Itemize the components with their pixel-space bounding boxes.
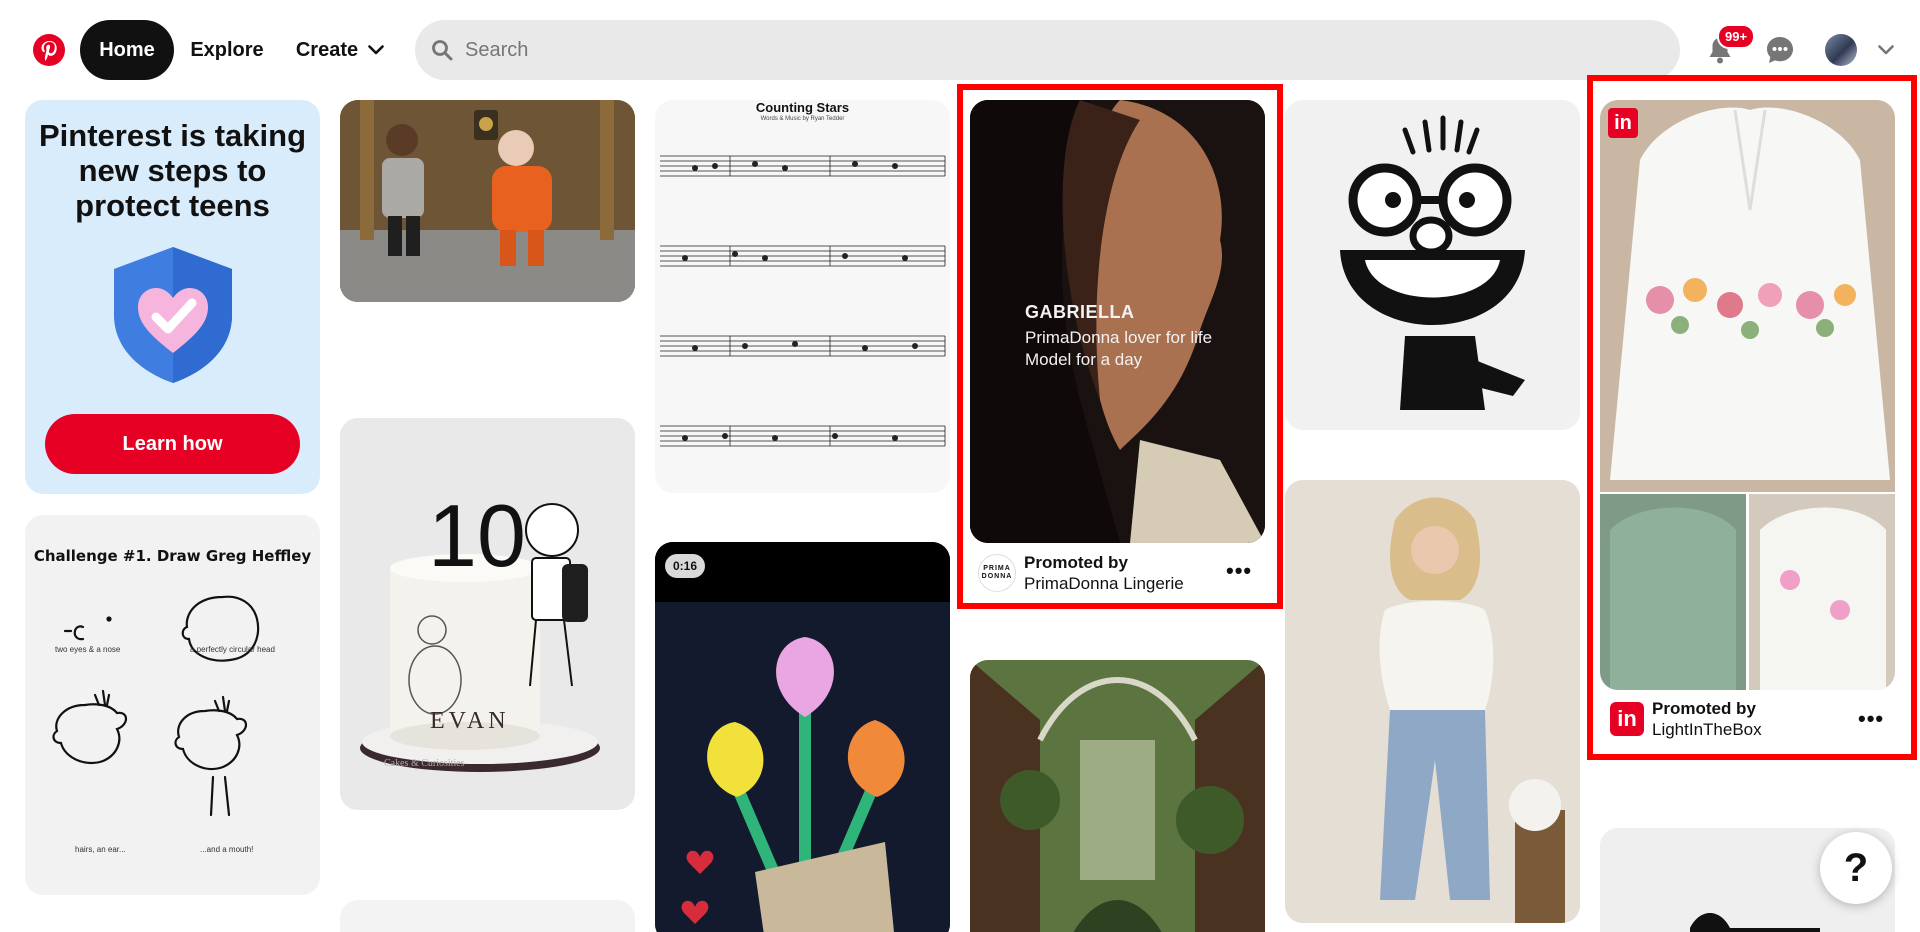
- more-dots-icon[interactable]: •••: [1226, 558, 1252, 584]
- avatar[interactable]: [1825, 34, 1857, 66]
- advertiser-logo: PRIMA DONNA: [978, 554, 1016, 592]
- promoted-by-primadonna[interactable]: PRIMA DONNA Promoted by PrimaDonna Linge…: [978, 552, 1184, 594]
- greg-caption: hairs, an ear...: [75, 845, 126, 854]
- advertiser-name: LightInTheBox: [1652, 720, 1762, 739]
- chat-icon: [1767, 37, 1793, 63]
- chevron-down-icon: [368, 45, 384, 55]
- ad-name: GABRIELLA: [1025, 302, 1135, 322]
- nav-explore-button[interactable]: Explore: [180, 20, 274, 80]
- paper-flowers-image: [655, 542, 950, 932]
- pin-paper-flowers-video[interactable]: 0:16: [655, 542, 950, 932]
- more-dots-icon[interactable]: •••: [1858, 706, 1884, 732]
- advertiser-logo: in: [1610, 702, 1644, 736]
- search-input[interactable]: [465, 38, 1615, 62]
- greg-caption: a perfectly circular head: [190, 645, 275, 654]
- greg-caption: two eyes & a nose: [55, 645, 121, 654]
- pin-primadonna-ad[interactable]: GABRIELLA PrimaDonna lover for life Mode…: [970, 100, 1265, 543]
- create-label: Create: [295, 38, 359, 61]
- search-icon: [432, 40, 453, 61]
- ad-line-1: PrimaDonna lover for life: [1025, 328, 1213, 347]
- teen-safety-promo-card[interactable]: Pinterest is taking new steps to protect…: [25, 100, 320, 494]
- pin-elevator-video[interactable]: [340, 100, 635, 302]
- promo-title: Pinterest is taking new steps to protect…: [38, 118, 307, 223]
- pin-cartoon-face[interactable]: [1285, 100, 1580, 430]
- sheet-music-staves: [660, 155, 946, 447]
- forest-library-image: [970, 660, 1265, 932]
- nav-create-button[interactable]: Create: [290, 20, 390, 80]
- blouse-product-image: [1600, 100, 1895, 690]
- notifications-badge: 99+: [1717, 24, 1756, 49]
- pin-partial[interactable]: [340, 900, 635, 932]
- pin-lightinthebox-ad[interactable]: in: [1600, 100, 1895, 690]
- nav-home-button[interactable]: Home: [80, 20, 174, 80]
- help-button[interactable]: ?: [1820, 832, 1892, 904]
- cake-image: 10 EVAN Cakes & Curiosities: [340, 418, 635, 810]
- pin-greg-drawing[interactable]: Challenge #1. Draw Greg Heffley two eyes…: [25, 515, 320, 895]
- account-menu-button[interactable]: [1866, 30, 1906, 70]
- cake-watermark: Cakes & Curiosities: [384, 758, 465, 769]
- shield-heart-icon: [114, 247, 232, 383]
- cake-name: EVAN: [430, 708, 510, 734]
- greg-caption: ...and a mouth!: [200, 845, 254, 854]
- woman-jeans-image: [1285, 480, 1580, 923]
- promoted-by-label: Promoted by: [1024, 553, 1128, 572]
- learn-how-button[interactable]: Learn how: [45, 414, 300, 474]
- chevron-down-icon: [1878, 45, 1894, 55]
- brand-tag-icon: in: [1608, 108, 1638, 138]
- video-duration: 0:16: [665, 554, 706, 578]
- advertiser-name: PrimaDonna Lingerie: [1024, 574, 1184, 593]
- pin-sheet-music[interactable]: Counting Stars Words & Music by Ryan Ted…: [655, 100, 950, 493]
- search-bar[interactable]: [415, 20, 1680, 80]
- pin-forest-library[interactable]: [970, 660, 1265, 932]
- pin-birthday-cake[interactable]: 10 EVAN Cakes & Curiosities: [340, 418, 635, 810]
- promoted-by-lightinthebox[interactable]: in Promoted by LightInTheBox: [1610, 698, 1762, 740]
- cartoon-face-image: [1285, 100, 1580, 430]
- greg-sketches-illustration: [52, 595, 260, 817]
- pinterest-logo-icon[interactable]: [33, 34, 65, 66]
- ad-line-2: Model for a day: [1025, 350, 1143, 369]
- pin-woman-jeans[interactable]: [1285, 480, 1580, 923]
- cake-topper: 10: [428, 486, 526, 585]
- elevator-scene-image: [340, 100, 635, 302]
- messages-button[interactable]: [1760, 30, 1800, 70]
- promoted-by-label: Promoted by: [1652, 699, 1756, 718]
